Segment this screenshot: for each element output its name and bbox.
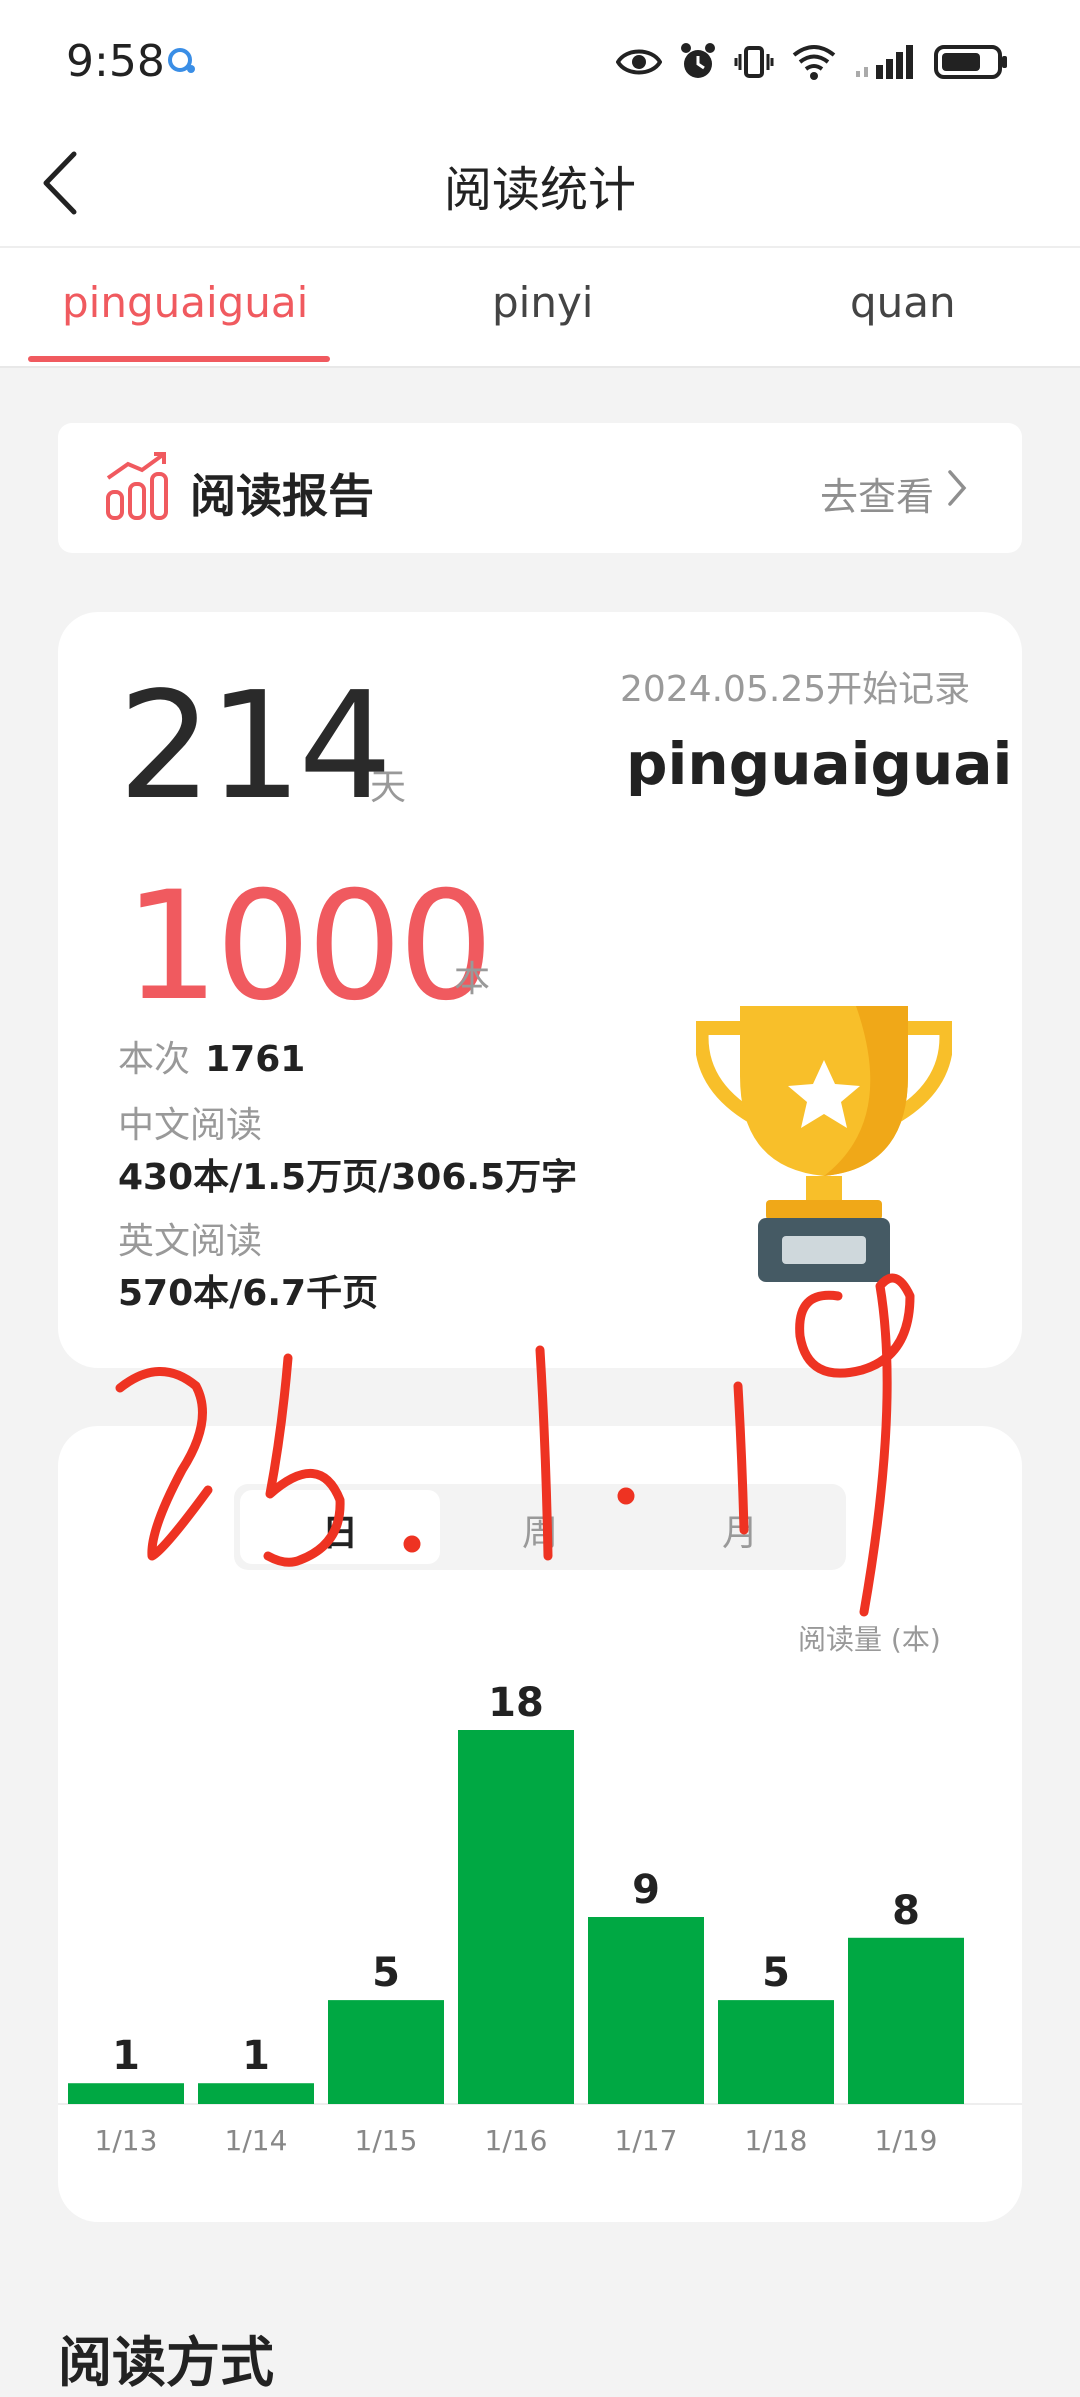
chart-bar[interactable] [458, 1730, 574, 2104]
reading-days-count: 214 [118, 660, 392, 832]
english-reading-value: 570本/6.7千页 [118, 1273, 379, 1314]
bar-value-label: 5 [372, 1950, 400, 1996]
days-unit: 天 [370, 767, 407, 808]
x-tick-label: 1/18 [745, 2124, 808, 2157]
books-count: 1000 [124, 860, 494, 1034]
tab-quan[interactable]: quan [850, 278, 956, 327]
x-tick-label: 1/19 [875, 2124, 938, 2157]
status-icons [616, 38, 1010, 86]
active-tab-indicator [28, 356, 330, 362]
trophy-icon [696, 1006, 952, 1282]
chat-bubble-icon [168, 48, 195, 73]
bar-value-label: 5 [762, 1950, 790, 1996]
segment-week[interactable]: 周 [440, 1504, 640, 1556]
bar-value-label: 1 [112, 2033, 140, 2079]
english-reading-label: 英文阅读 [118, 1221, 263, 1262]
eye-icon [616, 49, 662, 75]
times-label: 本次 [118, 1039, 191, 1080]
chart-bar[interactable] [328, 2000, 444, 2104]
x-tick-label: 1/15 [355, 2124, 418, 2157]
x-tick-label: 1/14 [225, 2124, 288, 2157]
chart-bar[interactable] [848, 1937, 964, 2104]
books-unit: 本 [454, 959, 491, 1000]
vibrate-icon [734, 46, 774, 78]
bar-value-label: 1 [242, 2033, 270, 2079]
status-time: 9:58 [66, 36, 165, 87]
reading-method-title: 阅读方式 [58, 2331, 274, 2394]
x-tick-label: 1/17 [615, 2124, 678, 2157]
x-tick-label: 1/13 [95, 2124, 158, 2157]
segment-day[interactable]: 日 [240, 1504, 440, 1556]
bar-chart-icon [106, 452, 168, 520]
chart-bar[interactable] [68, 2083, 184, 2104]
bar-value-label: 18 [488, 1680, 544, 1726]
chart-bar[interactable] [198, 2083, 314, 2104]
chart-bar[interactable] [718, 2000, 834, 2104]
tab-pinguaiguai[interactable]: pinguaiguai [62, 278, 308, 327]
segment-month[interactable]: 月 [640, 1504, 840, 1556]
times-value: 1761 [205, 1039, 306, 1080]
view-report-link[interactable]: 去查看 [820, 466, 934, 521]
reading-bar-chart: 1 1/13 1 1/14 5 1/15 18 1/16 9 1/17 5 1/18 8 1/19 [58, 1680, 1022, 2157]
x-tick-label: 1/16 [485, 2124, 548, 2157]
times-row: 本次 1761 [118, 1030, 305, 1082]
chart-bar[interactable] [588, 1917, 704, 2104]
page-title: 阅读统计 [443, 162, 636, 218]
bar-value-label: 9 [632, 1867, 660, 1913]
tab-pinyi[interactable]: pinyi [492, 278, 593, 327]
wifi-icon [792, 45, 836, 80]
chinese-reading-label: 中文阅读 [118, 1105, 263, 1146]
bar-value-label: 8 [892, 1888, 920, 1934]
signal-icon [856, 45, 913, 79]
alarm-icon [681, 43, 715, 78]
chinese-reading-value: 430本/1.5万页/306.5万字 [118, 1157, 578, 1198]
chevron-right-icon[interactable] [946, 468, 968, 508]
record-start-date: 2024.05.25开始记录 [620, 669, 971, 710]
battery-icon [934, 45, 1007, 79]
username: pinguaiguai [626, 730, 1013, 798]
report-title: 阅读报告 [190, 469, 374, 523]
